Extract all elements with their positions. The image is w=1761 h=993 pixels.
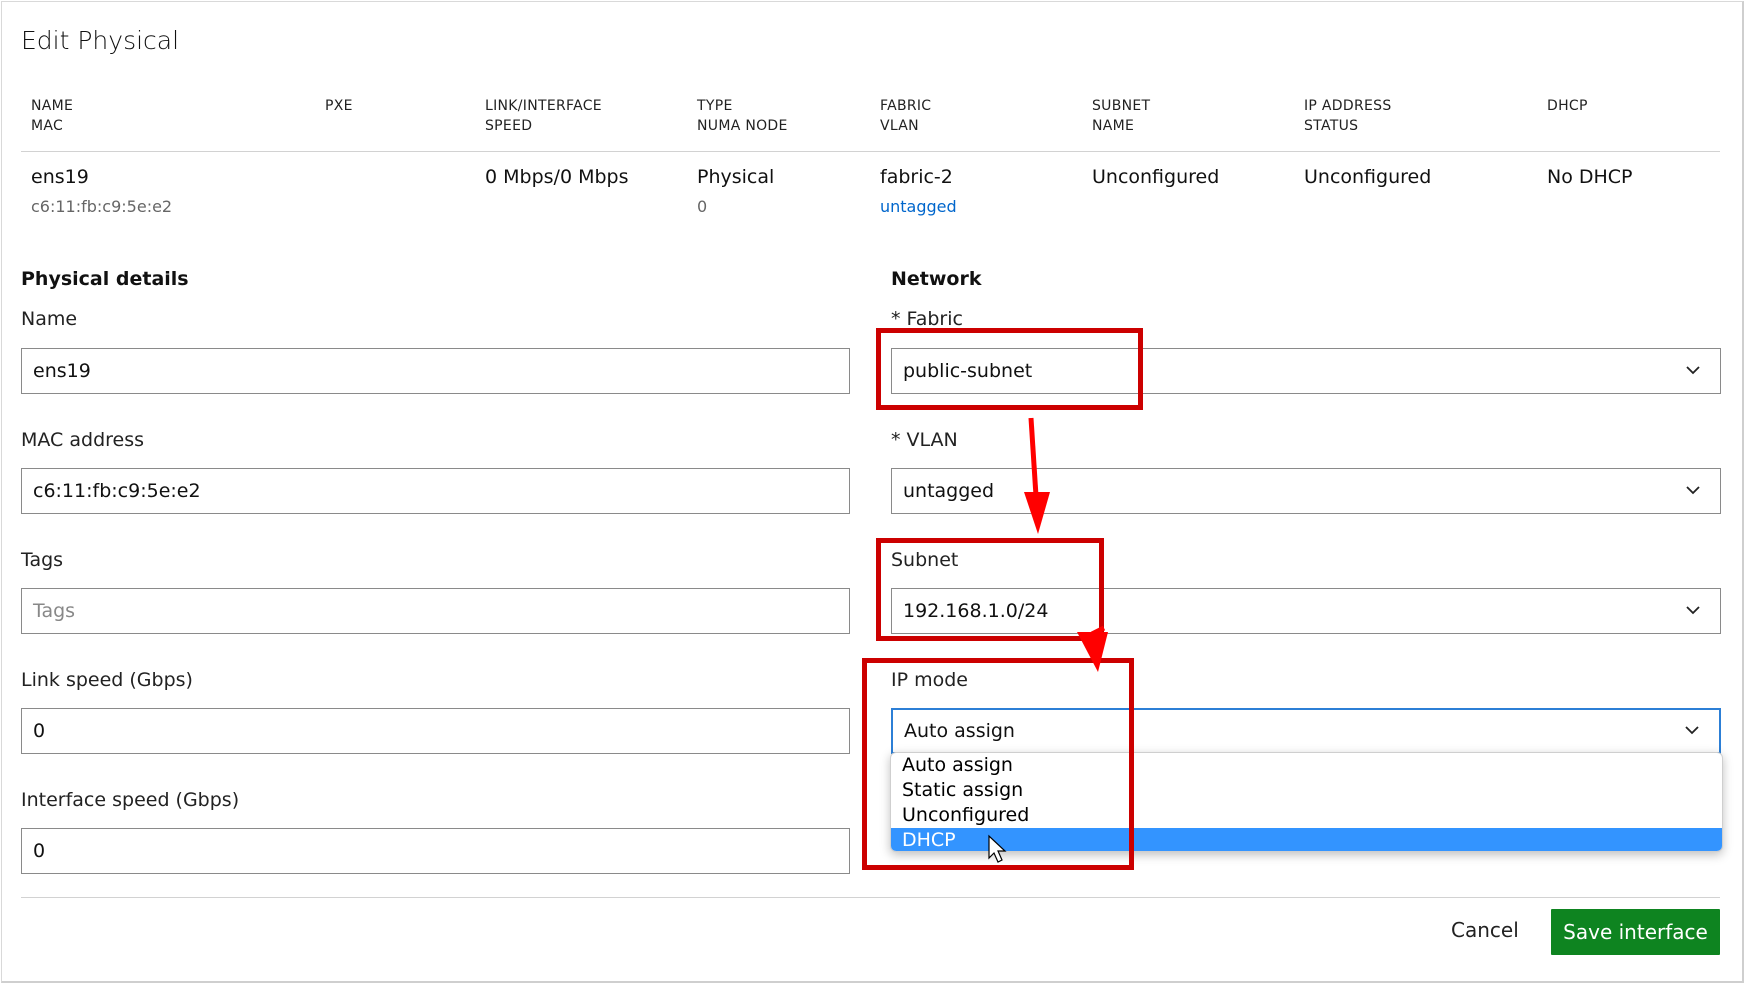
annotation-box-ip-mode [862,658,1134,870]
dialog-title: Edit Physical [21,26,180,55]
row-type: Physical [697,166,775,188]
annotation-box-fabric [876,328,1143,410]
tags-label: Tags [21,549,64,571]
row-dhcp: No DHCP [1547,166,1633,188]
tags-input[interactable]: Tags [21,588,850,634]
fabric-label: * Fabric [891,308,963,330]
header-dhcp: DHCP [1547,98,1588,114]
row-ip-status: Unconfigured [1304,166,1432,188]
vlan-select-value: untagged [903,480,995,502]
chevron-down-icon [1686,366,1700,375]
row-type-cell: Physical 0 [697,165,774,219]
header-subnet-name: SUBNET NAME [1092,98,1151,134]
mac-address-input[interactable]: c6:11:fb:c9:5e:e2 [21,468,850,514]
vlan-select[interactable]: untagged [891,468,1721,514]
table-row: ens19 c6:11:fb:c9:5e:e2 [31,165,172,219]
row-fabric: fabric-2 [880,166,953,188]
row-numa-node: 0 [697,197,708,216]
mac-label: MAC address [21,429,145,451]
header-fabric-vlan: FABRIC VLAN [880,98,932,134]
physical-details-heading: Physical details [21,268,189,290]
chevron-down-icon [1685,726,1699,735]
row-vlan-link[interactable]: untagged [880,195,957,219]
interface-speed-input[interactable]: 0 [21,828,850,874]
header-name-mac: NAME MAC [31,98,74,134]
save-interface-button[interactable]: Save interface [1551,909,1720,955]
header-pxe: PXE [325,98,353,114]
row-subnet: Unconfigured [1092,166,1220,188]
annotation-box-subnet [876,538,1104,641]
vlan-label: * VLAN [891,429,958,451]
row-speed: 0 Mbps/0 Mbps [485,166,629,188]
chevron-down-icon [1686,486,1700,495]
row-name: ens19 [31,166,89,188]
header-ip-status: IP ADDRESS STATUS [1304,98,1392,134]
header-type-numa: TYPE NUMA NODE [697,98,788,134]
chevron-down-icon [1686,606,1700,615]
row-fabric-cell: fabric-2 untagged [880,165,957,219]
table-header-divider [21,151,1720,152]
link-speed-input[interactable]: 0 [21,708,850,754]
cancel-button[interactable]: Cancel [1451,918,1519,942]
row-mac: c6:11:fb:c9:5e:e2 [31,197,173,216]
link-speed-label: Link speed (Gbps) [21,669,193,691]
network-heading: Network [891,268,982,290]
interface-speed-label: Interface speed (Gbps) [21,789,240,811]
footer-divider [21,897,1720,898]
name-input[interactable]: ens19 [21,348,850,394]
header-speed: LINK/INTERFACE SPEED [485,98,602,134]
name-label: Name [21,308,78,330]
